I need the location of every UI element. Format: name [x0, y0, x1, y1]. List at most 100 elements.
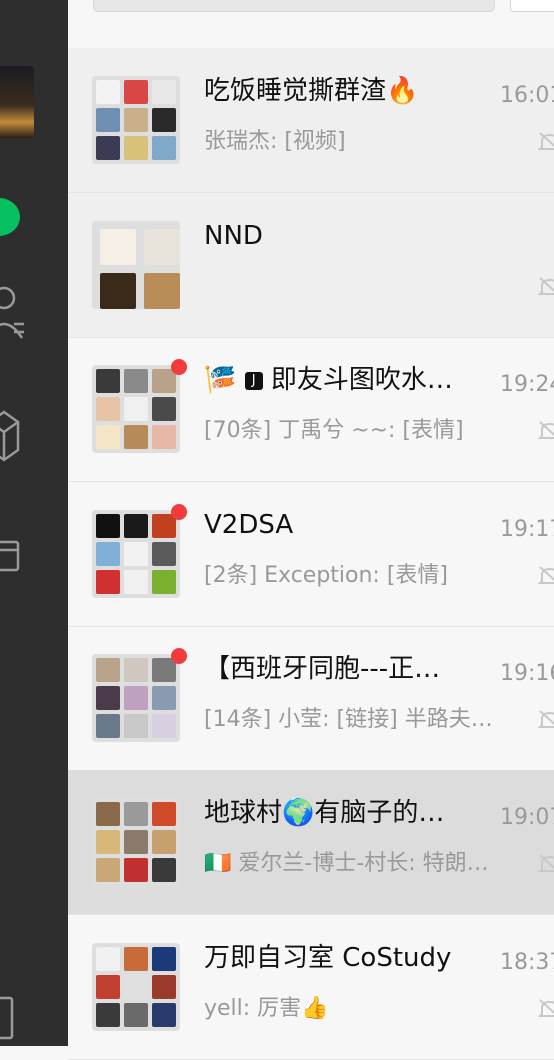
chat-name: 吃饭睡觉撕群渣🔥	[204, 76, 419, 106]
avatar-tile	[152, 397, 176, 421]
avatar-tile	[96, 108, 120, 132]
chat-preview: [14条] 小莹: [链接] 半路夫…	[204, 707, 493, 732]
avatar-tile	[124, 514, 148, 538]
chat-item[interactable]: 🎏 J 即友斗图吹水… 19:24 [70条] 丁禹兮 ~~: [表情]	[68, 337, 554, 482]
collections-icon[interactable]	[0, 408, 22, 468]
chat-list: 吃饭睡觉撕群渣🔥 16:01 张瑞杰: [视频] NND 🎏 J 即友斗图吹水… 19:2…	[68, 0, 554, 1060]
phone-icon[interactable]	[0, 994, 18, 1044]
avatar-tile	[124, 858, 148, 882]
avatar-tile	[124, 802, 148, 826]
avatar-tile	[96, 858, 120, 882]
avatar-tile	[124, 714, 148, 738]
unread-dot	[171, 648, 187, 664]
avatar-tile	[124, 397, 148, 421]
files-icon[interactable]	[0, 538, 22, 574]
avatar-tile	[96, 1003, 120, 1027]
avatar-tile	[124, 108, 148, 132]
group-avatar	[92, 654, 180, 742]
chat-time: 16:01	[500, 83, 554, 108]
avatar-tile	[96, 830, 120, 854]
chat-time: 19:24	[500, 372, 554, 397]
avatar-tile	[124, 830, 148, 854]
mute-bell-icon	[538, 710, 554, 728]
avatar-tile	[152, 975, 176, 999]
add-button[interactable]	[510, 0, 554, 12]
chat-preview: yell: 厉害👍	[204, 996, 329, 1021]
avatar-tile	[100, 229, 136, 265]
mute-bell-icon	[538, 421, 554, 439]
chat-name: V2DSA	[204, 510, 294, 540]
mute-bell-icon	[538, 566, 554, 584]
mute-bell-icon	[538, 999, 554, 1017]
unread-dot	[171, 359, 187, 375]
avatar-tile	[124, 542, 148, 566]
chat-name: 万即自习室 CoStudy	[204, 943, 452, 973]
avatar-tile	[124, 658, 148, 682]
mute-bell-icon	[538, 132, 554, 150]
avatar-tile	[124, 1003, 148, 1027]
chat-name: NND	[204, 221, 263, 251]
avatar-tile	[124, 686, 148, 710]
avatar-tile	[152, 947, 176, 971]
avatar-tile	[96, 570, 120, 594]
avatar-tile	[152, 80, 176, 104]
avatar-tile	[96, 136, 120, 160]
chat-item[interactable]: V2DSA 19:17 [2条] Exception: [表情]	[68, 482, 554, 627]
avatar-tile	[96, 80, 120, 104]
avatar-tile	[152, 570, 176, 594]
avatar-tile	[124, 369, 148, 393]
avatar-tile	[152, 542, 176, 566]
avatar-tile	[152, 425, 176, 449]
group-avatar	[92, 365, 180, 453]
group-avatar	[92, 221, 180, 309]
avatar-tile	[144, 273, 180, 309]
sidebar	[0, 0, 68, 1046]
avatar-tile	[124, 975, 148, 999]
avatar-tile	[152, 136, 176, 160]
chat-name: 地球村🌍有脑子的…	[204, 798, 445, 828]
group-avatar	[92, 943, 180, 1031]
avatar-tile	[152, 714, 176, 738]
avatar-tile	[96, 542, 120, 566]
chat-time: 19:17	[500, 517, 554, 542]
avatar-tile	[124, 136, 148, 160]
search-input[interactable]	[93, 0, 495, 12]
group-avatar	[92, 510, 180, 598]
avatar-tile	[152, 1003, 176, 1027]
app-badge-icon: J	[244, 371, 263, 390]
avatar-tile	[96, 425, 120, 449]
avatar-tile	[96, 975, 120, 999]
avatar-tile	[96, 514, 120, 538]
user-avatar[interactable]	[0, 66, 34, 138]
group-avatar	[92, 76, 180, 164]
chat-preview: 张瑞杰: [视频]	[204, 129, 346, 154]
chat-item[interactable]: 【西班牙同胞---正… 19:16 [14条] 小莹: [链接] 半路夫…	[68, 626, 554, 771]
chat-name: 🎏 J 即友斗图吹水…	[204, 365, 453, 395]
avatar-tile	[124, 425, 148, 449]
chat-time: 19:07	[500, 805, 554, 830]
contacts-icon[interactable]	[0, 280, 26, 350]
chat-preview: 🇮🇪 爱尔兰-博士-村长: 特朗…	[204, 851, 489, 876]
avatar-tile	[144, 229, 180, 265]
avatar-tile	[124, 570, 148, 594]
avatar-tile	[124, 947, 148, 971]
group-avatar	[92, 798, 180, 886]
chat-time: 19:16	[500, 661, 554, 686]
avatar-tile	[96, 658, 120, 682]
avatar-tile	[96, 397, 120, 421]
avatar-tile	[100, 273, 136, 309]
chat-name: 【西班牙同胞---正…	[204, 654, 441, 684]
chat-item[interactable]: 万即自习室 CoStudy 18:37 yell: 厉害👍	[68, 915, 554, 1060]
avatar-tile	[152, 858, 176, 882]
avatar-tile	[152, 830, 176, 854]
mute-bell-icon	[538, 854, 554, 872]
chat-item[interactable]: 地球村🌍有脑子的… 19:07 🇮🇪 爱尔兰-博士-村长: 特朗…	[68, 770, 554, 915]
chat-tab-icon[interactable]	[0, 198, 20, 236]
chat-item[interactable]: NND	[68, 193, 554, 338]
chat-item[interactable]: 吃饭睡觉撕群渣🔥 16:01 张瑞杰: [视频]	[68, 48, 554, 193]
avatar-tile	[96, 714, 120, 738]
chat-preview: [2条] Exception: [表情]	[204, 563, 448, 588]
avatar-tile	[152, 108, 176, 132]
avatar-tile	[96, 369, 120, 393]
avatar-tile	[152, 802, 176, 826]
